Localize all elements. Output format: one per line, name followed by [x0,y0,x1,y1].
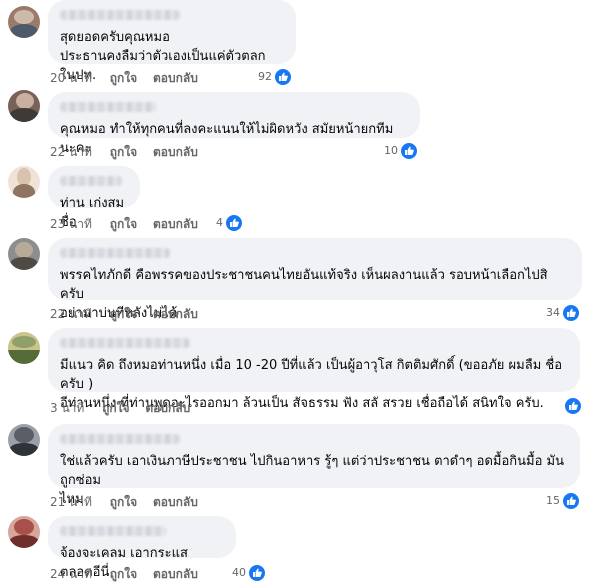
reaction-summary[interactable]: 92 [258,68,291,86]
reply-link[interactable]: ตอบกลับ [145,401,190,415]
like-link[interactable]: ถูกใจ [110,307,137,321]
reaction-summary[interactable]: 10 [384,142,417,160]
like-reaction-icon [565,398,581,414]
comment-actions: 24 นาที ถูกใจ ตอบกลับ [50,566,210,582]
like-reaction-icon [226,215,242,231]
commenter-name-blurred[interactable] [60,176,122,186]
reply-link[interactable]: ตอบกลับ [153,567,198,581]
like-link[interactable]: ถูกใจ [110,495,137,509]
comment-bubble: ใช่แล้วครับ เอาเงินภาษีประชาชน ไปกินอาหา… [48,424,580,507]
reply-link[interactable]: ตอบกลับ [153,217,198,231]
like-reaction-icon [563,305,579,321]
commenter-name-blurred[interactable] [60,10,180,20]
like-link[interactable]: ถูกใจ [102,401,129,415]
reaction-summary[interactable] [562,397,581,415]
reaction-summary[interactable]: 4 [216,214,242,232]
comment-bubble: มีแนว คิด ถึงหมอท่านหนึ่ง เมื่อ 10 -20 ป… [48,328,580,411]
avatar[interactable] [8,6,40,38]
like-link[interactable]: ถูกใจ [110,71,137,85]
reply-link[interactable]: ตอบกลับ [153,307,198,321]
comment-time[interactable]: 23 นาที [50,217,92,231]
like-reaction-icon [563,493,579,509]
like-link[interactable]: ถูกใจ [110,145,137,159]
commenter-name-blurred[interactable] [60,526,166,536]
like-link[interactable]: ถูกใจ [110,217,137,231]
commenter-name-blurred[interactable] [60,338,190,348]
like-reaction-icon [249,565,265,581]
comment-bubble: ท่าน เก่งสมชื่อ [48,166,140,230]
reaction-summary[interactable]: 15 [546,492,579,510]
avatar[interactable] [8,238,40,270]
avatar[interactable] [8,516,40,548]
comment-bubble: คุณหมอ ทำให้ทุกคนที่ลงคะแนนให้ไม่ผิดหวัง… [48,92,420,156]
comment-actions: 23 นาที ถูกใจ ตอบกลับ [50,216,210,232]
reply-link[interactable]: ตอบกลับ [153,145,198,159]
commenter-name-blurred[interactable] [60,248,170,258]
comment-time[interactable]: 20 นาที [50,71,92,85]
comment-bubble: จ้องจะเคลม เอากระแส ตลอดอีนี่ [48,516,236,580]
comment-actions: 21 นาที ถูกใจ ตอบกลับ [50,494,210,510]
comment-bubble: พรรคไทภักดี คือพรรคของประชาชนคนไทยอันแท้… [48,238,582,321]
reaction-count: 15 [546,494,560,507]
avatar[interactable] [8,424,40,456]
reply-link[interactable]: ตอบกลับ [153,495,198,509]
comment-time[interactable]: 22 นาที [50,145,92,159]
reaction-count: 40 [232,566,246,579]
comment-bubble: สุดยอดครับคุณหมอ ประธานคงลืมว่าตัวเองเป็… [48,0,296,83]
reaction-count: 34 [546,306,560,319]
reaction-count: 10 [384,144,398,157]
reaction-summary[interactable]: 34 [546,304,579,322]
avatar[interactable] [8,90,40,122]
comment-actions: 22 นาที ถูกใจ ตอบกลับ [50,306,210,322]
like-reaction-icon [275,69,291,85]
comment-time[interactable]: 3 นาที [50,401,84,415]
reply-link[interactable]: ตอบกลับ [153,71,198,85]
commenter-name-blurred[interactable] [60,102,156,112]
comment-actions: 22 นาที ถูกใจ ตอบกลับ [50,144,210,160]
like-link[interactable]: ถูกใจ [110,567,137,581]
avatar[interactable] [8,332,40,364]
reaction-count: 4 [216,216,223,229]
comment-time[interactable]: 22 นาที [50,307,92,321]
comment-time[interactable]: 24 นาที [50,567,92,581]
comment-actions: 20 นาที ถูกใจ ตอบกลับ [50,70,210,86]
like-reaction-icon [401,143,417,159]
reaction-count: 92 [258,70,272,83]
reaction-summary[interactable]: 40 [232,564,265,582]
avatar[interactable] [8,166,40,198]
comment-time[interactable]: 21 นาที [50,495,92,509]
commenter-name-blurred[interactable] [60,434,180,444]
comment-actions: 3 นาที ถูกใจ ตอบกลับ [50,400,202,416]
